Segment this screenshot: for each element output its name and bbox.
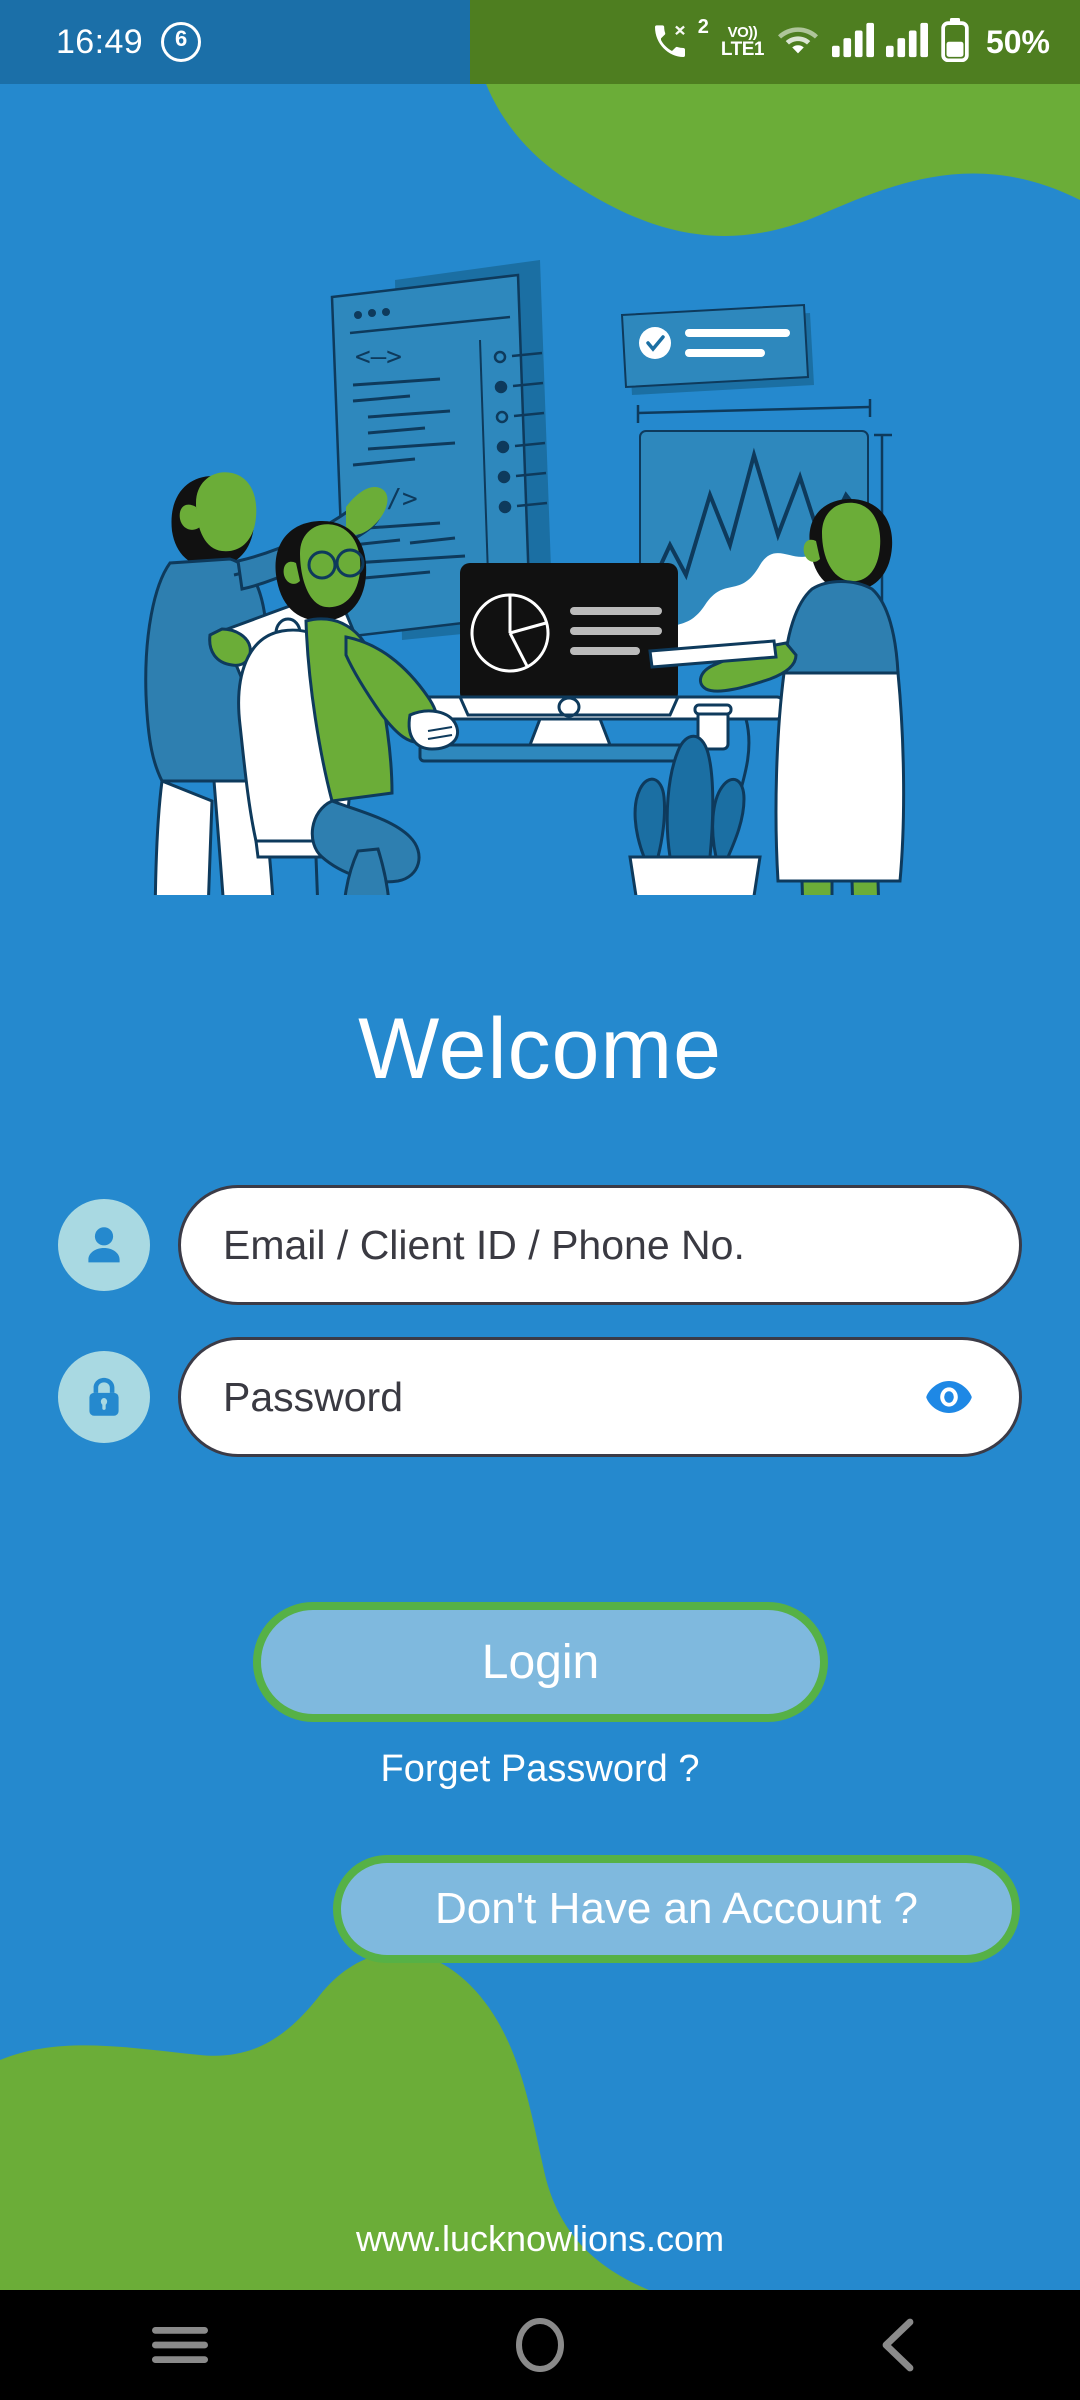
signup-button[interactable]: Don't Have an Account ? <box>333 1855 1020 1963</box>
password-input[interactable]: Password <box>178 1337 1022 1457</box>
team-data-dashboard-illustration: <—> <—/> <box>144 260 906 895</box>
lock-icon <box>58 1351 150 1443</box>
login-button[interactable]: Login <box>253 1602 828 1722</box>
missed-call-count: 2 <box>697 16 709 38</box>
missed-call-icon <box>650 22 690 62</box>
username-input[interactable]: Email / Client ID / Phone No. <box>178 1185 1022 1305</box>
username-placeholder: Email / Client ID / Phone No. <box>223 1221 745 1268</box>
user-icon <box>58 1199 150 1291</box>
login-form: Email / Client ID / Phone No. Password <box>0 1185 1080 1489</box>
notification-card <box>620 303 814 395</box>
login-screen: 16:49 6 2 VO)) LTE1 50% <—> Welcome Emai… <box>0 0 1080 2400</box>
status-bar: 16:49 6 2 VO)) LTE1 50% <box>0 0 1080 84</box>
status-bar-clock: 16:49 <box>56 22 144 61</box>
android-navigation-bar <box>0 2290 1080 2400</box>
password-placeholder: Password <box>223 1373 404 1420</box>
battery-percent: 50% <box>985 23 1050 60</box>
username-field-row: Email / Client ID / Phone No. <box>0 1185 1080 1305</box>
battery-icon <box>940 17 970 67</box>
website-url: www.lucknowlions.com <box>355 2218 725 2259</box>
recents-icon[interactable] <box>0 2290 360 2400</box>
notification-count-badge: 6 <box>161 22 202 62</box>
back-icon[interactable] <box>720 2290 1080 2400</box>
eye-icon[interactable] <box>921 1375 977 1419</box>
status-bar-right: 2 VO)) LTE1 50% <box>650 0 1080 84</box>
wifi-icon <box>776 22 820 63</box>
signal-sim1-icon <box>831 22 874 63</box>
signal-sim2-icon <box>885 22 928 63</box>
volte-icon: VO)) LTE1 <box>720 24 765 60</box>
page-title: Welcome <box>358 1001 722 1097</box>
svg-text:<—>: <—> <box>355 342 402 372</box>
status-bar-left: 16:49 6 <box>0 0 202 84</box>
password-field-row: Password <box>0 1337 1080 1457</box>
home-icon[interactable] <box>360 2290 720 2400</box>
forget-password-link[interactable]: Forget Password ? <box>0 1748 1080 1791</box>
